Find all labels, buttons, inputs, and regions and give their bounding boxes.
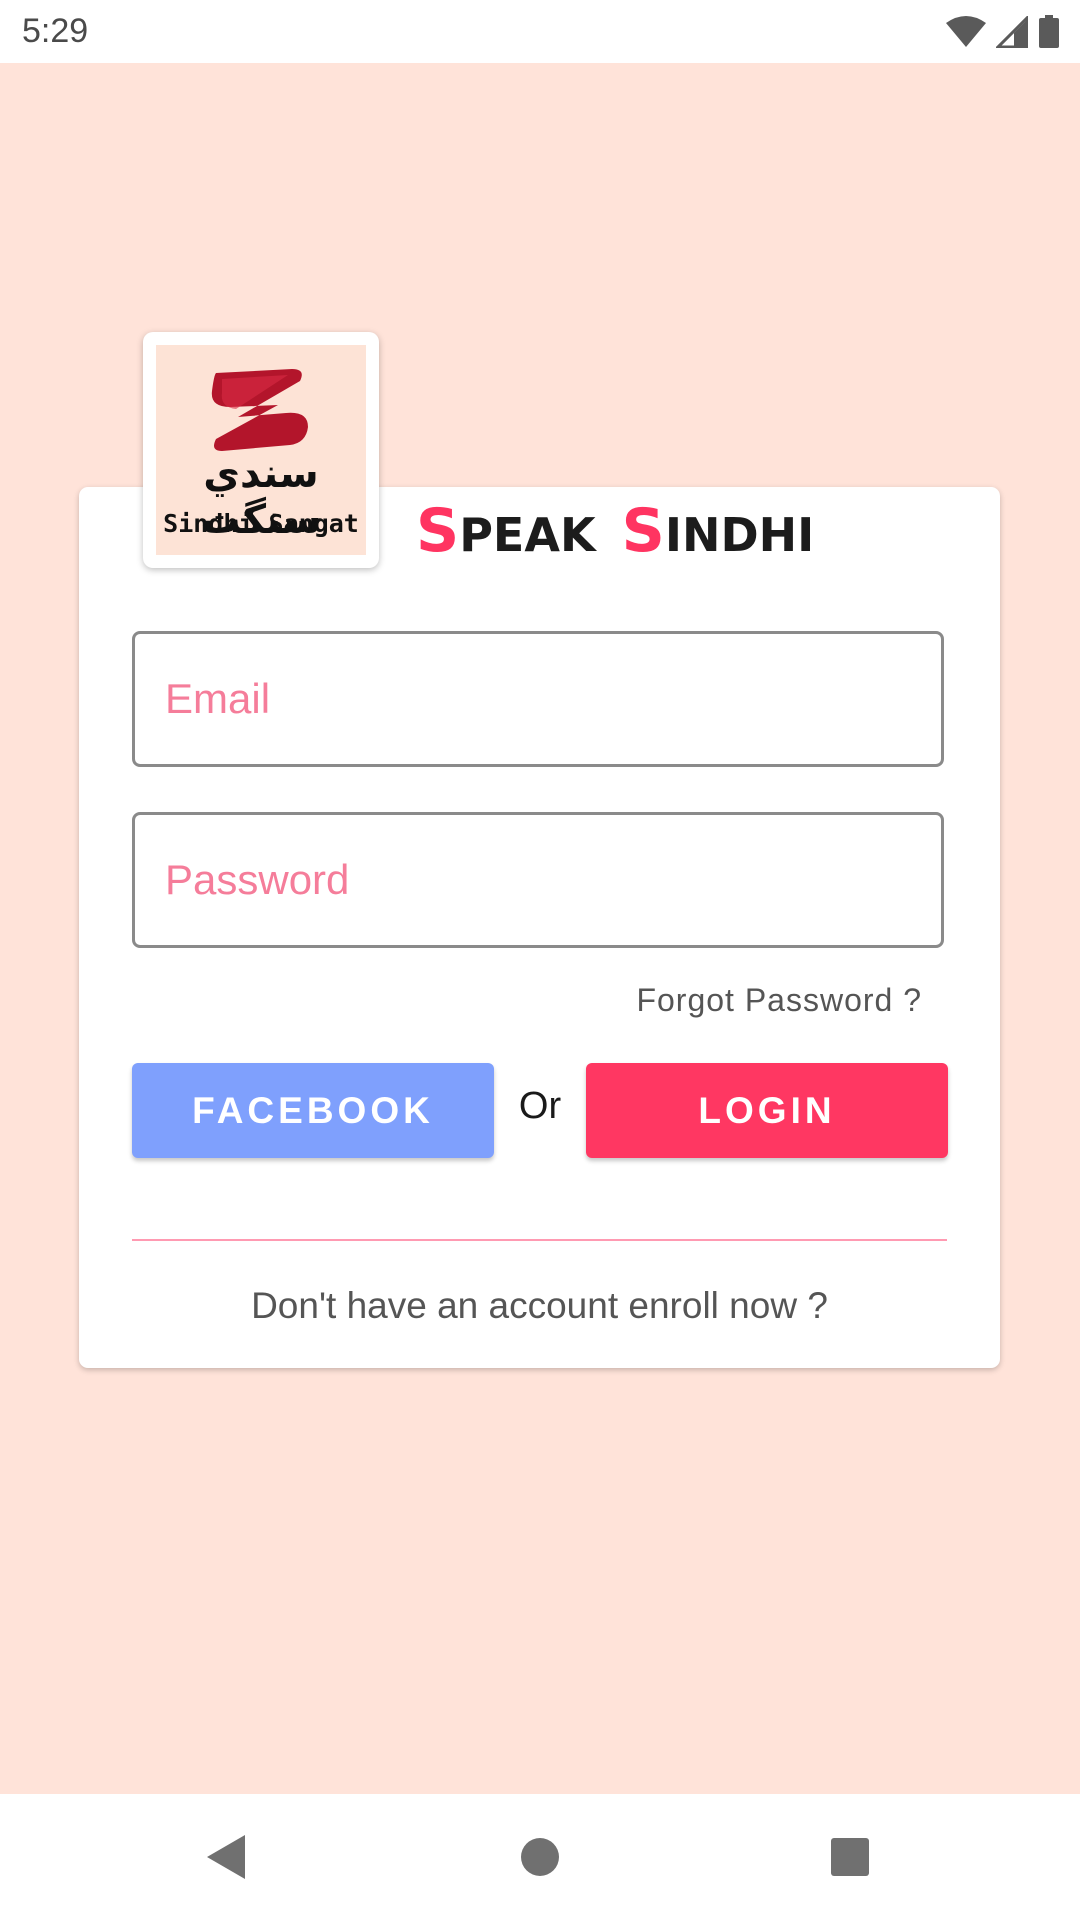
password-field[interactable] — [132, 812, 944, 948]
battery-icon — [1038, 15, 1060, 49]
app-title: SPEAK SINDHI — [416, 496, 814, 566]
title-rest-2: INDHI — [664, 508, 815, 562]
title-word-sindhi: SINDHI — [622, 496, 815, 566]
or-label: Or — [518, 1085, 562, 1127]
home-icon[interactable] — [515, 1832, 565, 1882]
title-rest-1: PEAK — [459, 508, 596, 562]
forgot-password-link[interactable]: Forgot Password ? — [636, 982, 922, 1019]
back-icon[interactable] — [200, 1832, 250, 1882]
status-bar: 5:29 — [0, 0, 1080, 63]
logo-mark-icon — [211, 369, 308, 451]
signal-icon — [996, 16, 1028, 48]
login-button[interactable]: LOGIN — [586, 1063, 948, 1158]
email-field[interactable] — [132, 631, 944, 767]
email-input[interactable] — [135, 634, 941, 764]
logo-latin-text: Sindhi Sangat — [163, 509, 359, 538]
password-input[interactable] — [135, 815, 941, 945]
logo-inner: سندي سنگت Sindhi Sangat — [156, 345, 366, 555]
enroll-link[interactable]: Don't have an account enroll now ? — [79, 1285, 1000, 1327]
facebook-button[interactable]: FACEBOOK — [132, 1063, 494, 1158]
title-word-speak: SPEAK — [416, 496, 596, 566]
app-logo: سندي سنگت Sindhi Sangat — [143, 332, 379, 568]
recents-icon[interactable] — [825, 1832, 875, 1882]
divider — [132, 1239, 947, 1241]
title-initial-2: S — [621, 496, 665, 566]
navigation-bar — [0, 1794, 1080, 1920]
status-icons — [946, 14, 1060, 50]
title-initial-1: S — [416, 496, 460, 566]
status-time: 5:29 — [22, 12, 89, 50]
wifi-icon — [946, 16, 986, 48]
